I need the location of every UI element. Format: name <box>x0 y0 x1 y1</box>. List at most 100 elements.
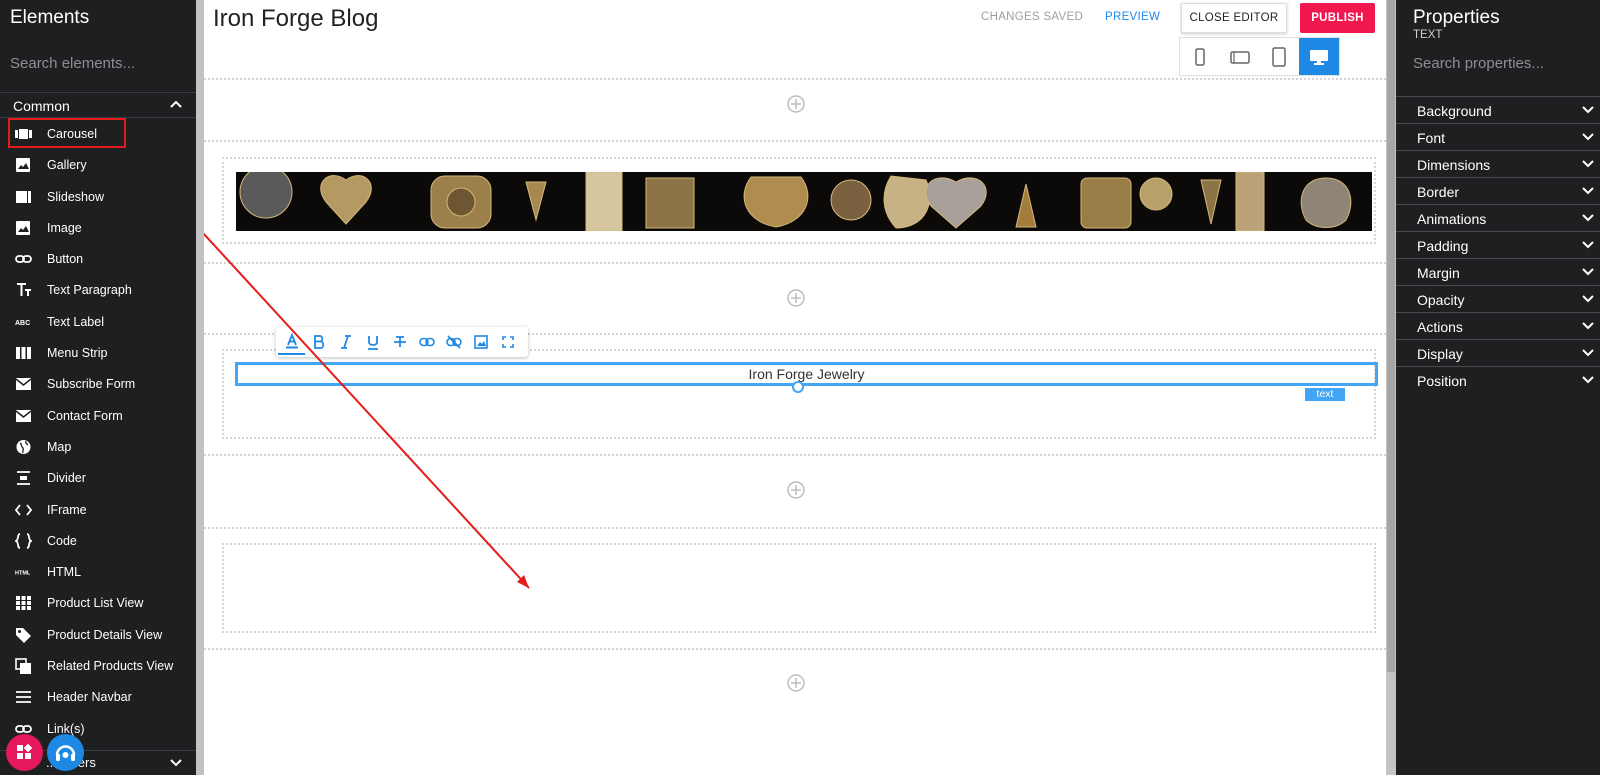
property-label: Actions <box>1417 319 1463 335</box>
element-item-label: Slideshow <box>47 189 104 204</box>
element-item-image[interactable]: Image <box>0 213 196 244</box>
property-label: Dimensions <box>1417 157 1491 173</box>
tag-icon <box>15 627 32 643</box>
divider-icon <box>15 470 32 486</box>
link-icon <box>15 251 32 267</box>
element-item-contact-form[interactable]: Contact Form <box>0 401 196 432</box>
element-item-map[interactable]: Map <box>0 432 196 463</box>
element-item-html[interactable]: HTML HTML <box>0 557 196 588</box>
properties-subtitle: TEXT <box>1413 29 1443 41</box>
section-common-header[interactable]: Common <box>0 92 196 118</box>
property-label: Position <box>1417 373 1467 389</box>
element-item-header-navbar[interactable]: Header Navbar <box>0 682 196 713</box>
property-padding[interactable]: Padding <box>1396 231 1600 258</box>
chevron-down-icon <box>1582 349 1594 357</box>
element-item-label: Menu Strip <box>47 346 108 361</box>
chevron-down-icon <box>1582 214 1594 222</box>
element-item-menu-strip[interactable]: Menu Strip <box>0 338 196 369</box>
element-item-label: Text Paragraph <box>47 283 132 298</box>
property-position[interactable]: Position <box>1396 366 1600 393</box>
property-label: Background <box>1417 103 1492 119</box>
properties-list: Background Font Dimensions Border Animations… <box>1396 96 1600 393</box>
property-label: Margin <box>1417 265 1460 281</box>
canvas-scrollbar-thumb[interactable] <box>1387 0 1395 672</box>
sidebar-title: Elements <box>10 7 90 28</box>
element-item-gallery[interactable]: Gallery <box>0 150 196 181</box>
canvas-scrollbar[interactable] <box>1386 0 1396 775</box>
property-background[interactable]: Background <box>1396 96 1600 123</box>
property-dimensions[interactable]: Dimensions <box>1396 150 1600 177</box>
mail-icon <box>15 408 32 424</box>
chevron-down-icon <box>1582 106 1594 114</box>
element-item-label: Map <box>47 439 72 454</box>
element-item-button[interactable]: Button <box>0 244 196 275</box>
mail-icon <box>15 376 32 392</box>
support-headset-icon <box>55 745 76 761</box>
element-item-text-label[interactable]: ABC Text Label <box>0 307 196 338</box>
element-item-label: Product List View <box>47 596 144 611</box>
element-item-label: Button <box>47 252 84 267</box>
widgets-icon <box>17 743 33 759</box>
property-animations[interactable]: Animations <box>1396 204 1600 231</box>
element-item-product-list-view[interactable]: Product List View <box>0 588 196 619</box>
html-icon: HTML <box>15 564 32 580</box>
element-item-label: Related Products View <box>47 659 174 674</box>
property-label: Border <box>1417 184 1460 200</box>
property-label: Font <box>1417 130 1446 146</box>
grid-icon <box>15 595 32 611</box>
element-item-label: Divider <box>47 471 86 486</box>
properties-panel: Properties TEXT Search properties... Bac… <box>1396 0 1600 775</box>
element-item-label: Contact Form <box>47 408 123 423</box>
menu-strip-icon <box>15 345 32 361</box>
chevron-down-icon <box>1582 295 1594 303</box>
properties-title: Properties <box>1413 7 1500 28</box>
hamburger-icon <box>15 689 32 705</box>
property-border[interactable]: Border <box>1396 177 1600 204</box>
element-item-label: Gallery <box>47 158 87 173</box>
section-common-label: Common <box>13 98 70 114</box>
chevron-down-icon <box>1582 160 1594 168</box>
chevron-down-icon <box>170 759 182 767</box>
sidebar-scrollbar[interactable] <box>196 0 204 775</box>
element-item-label: Product Details View <box>47 627 163 642</box>
chevron-down-icon <box>1582 187 1594 195</box>
element-item-label: HTML <box>47 565 82 580</box>
element-item-label: Code <box>47 533 77 548</box>
svg-text:HTML: HTML <box>15 571 31 577</box>
element-item-label: Text Label <box>47 314 104 329</box>
carousel-selection-highlight <box>8 118 126 148</box>
element-item-code[interactable]: Code <box>0 526 196 557</box>
element-item-divider[interactable]: Divider <box>0 463 196 494</box>
element-item-iframe[interactable]: IFrame <box>0 495 196 526</box>
support-fab-button[interactable] <box>47 734 84 771</box>
elements-list: Carousel Gallery Slideshow Image Button Text … <box>0 119 196 745</box>
text-paragraph-icon <box>15 282 32 298</box>
elements-sidebar: Elements Search elements... Common Carou… <box>0 0 196 775</box>
copy-icon <box>15 658 32 675</box>
drag-arrow <box>204 232 530 589</box>
text-label-icon: ABC <box>15 314 32 330</box>
chevron-down-icon <box>1582 133 1594 141</box>
widgets-fab-button[interactable] <box>6 734 43 771</box>
chevron-up-icon <box>170 100 182 108</box>
element-item-subscribe-form[interactable]: Subscribe Form <box>0 369 196 400</box>
element-item-label: Subscribe Form <box>47 377 136 392</box>
property-label: Padding <box>1417 238 1469 254</box>
element-item-label: Header Navbar <box>47 690 132 705</box>
element-item-product-details-view[interactable]: Product Details View <box>0 620 196 651</box>
property-margin[interactable]: Margin <box>1396 258 1600 285</box>
property-display[interactable]: Display <box>1396 339 1600 366</box>
element-item-related-products-view[interactable]: Related Products View <box>0 651 196 682</box>
property-label: Opacity <box>1417 292 1465 308</box>
element-item-label: IFrame <box>47 502 87 517</box>
image-icon <box>15 220 32 236</box>
chevron-down-icon <box>1582 241 1594 249</box>
search-elements-input[interactable]: Search elements... <box>10 55 186 72</box>
search-properties-input[interactable]: Search properties... <box>1413 55 1544 72</box>
property-font[interactable]: Font <box>1396 123 1600 150</box>
property-actions[interactable]: Actions <box>1396 312 1600 339</box>
property-opacity[interactable]: Opacity <box>1396 285 1600 312</box>
element-item-slideshow[interactable]: Slideshow <box>0 182 196 213</box>
element-item-text-paragraph[interactable]: Text Paragraph <box>0 275 196 306</box>
slideshow-icon <box>15 189 32 205</box>
